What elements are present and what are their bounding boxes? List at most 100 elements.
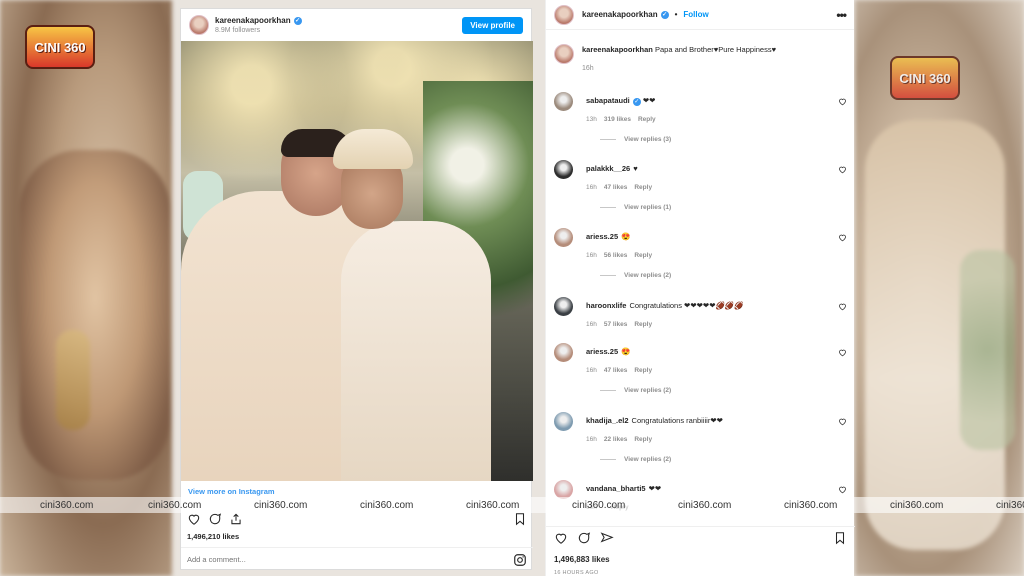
comment-avatar[interactable] xyxy=(554,297,573,316)
post-header: kareenakapoorkhan ✓ 8.9M followers View … xyxy=(181,9,531,41)
comment-likes[interactable]: 47 likes xyxy=(604,184,628,191)
comment-text-line: sabapataudi ✓ ❤❤ xyxy=(586,96,838,106)
watermark-text: cini360.com xyxy=(890,499,944,511)
view-replies-link[interactable]: View replies (2) xyxy=(600,272,838,279)
share-icon[interactable] xyxy=(229,512,243,526)
comment-row: sabapataudi ✓ ❤❤ 13h 319 likes Reply View rep… xyxy=(546,92,855,143)
view-profile-button[interactable]: View profile xyxy=(462,16,523,34)
embedded-post: kareenakapoorkhan ✓ 8.9M followers View … xyxy=(180,8,533,570)
heart-icon[interactable] xyxy=(554,531,568,545)
reply-button[interactable]: Reply xyxy=(634,436,652,443)
comment-username[interactable]: haroonxlife xyxy=(586,301,626,310)
caption-username[interactable]: kareenakapoorkhan xyxy=(582,45,653,54)
comment-username[interactable]: ariess.25 xyxy=(586,232,618,241)
comment-icon[interactable] xyxy=(208,512,222,526)
blurred-earring xyxy=(56,330,90,430)
comment-icon[interactable] xyxy=(577,531,591,545)
reply-button[interactable]: Reply xyxy=(638,116,656,123)
comment-avatar[interactable] xyxy=(554,92,573,111)
view-replies-link[interactable]: View replies (1) xyxy=(600,204,838,211)
comment-body: sabapataudi ✓ ❤❤ 13h 319 likes Reply View rep… xyxy=(586,92,838,143)
comment-meta: 16h 47 likes Reply xyxy=(586,184,838,191)
comment-like-heart-icon[interactable] xyxy=(838,417,847,426)
cini360-logo-faded: CINI 360 xyxy=(890,56,960,100)
view-replies-link[interactable]: View replies (2) xyxy=(600,456,838,463)
comment-likes[interactable]: 319 likes xyxy=(604,116,631,123)
like-count[interactable]: 1,496,210 likes xyxy=(187,532,239,541)
comment-time: 13h xyxy=(586,116,597,123)
comment-avatar[interactable] xyxy=(554,343,573,362)
username[interactable]: kareenakapoorkhan ✓ xyxy=(215,16,462,25)
comment-text-line: ariess.25 😍 xyxy=(586,232,838,242)
post-photo[interactable] xyxy=(181,41,533,481)
logo-text: CINI 360 xyxy=(899,70,951,86)
like-count[interactable]: 1,496,883 likes xyxy=(554,555,610,564)
comment-text-line: khadija_.el2 Congratulations ranbiiiir❤❤ xyxy=(586,416,838,426)
comment-text-line: ariess.25 😍 xyxy=(586,347,838,357)
comment-text: ❤❤ xyxy=(648,484,662,493)
watermark-text: cini360.com xyxy=(572,499,626,511)
username-text[interactable]: kareenakapoorkhan xyxy=(582,10,658,19)
reply-button[interactable]: Reply xyxy=(634,321,652,328)
comment-username[interactable]: sabapataudi xyxy=(586,96,630,105)
comment-text: ♥ xyxy=(633,164,638,173)
reply-button[interactable]: Reply xyxy=(634,367,652,374)
reply-button[interactable]: Reply xyxy=(634,184,652,191)
comment-time: 16h xyxy=(586,252,597,259)
comment-row: ariess.25 😍 16h 47 likes Reply View replies (… xyxy=(546,343,855,394)
comment-like-heart-icon[interactable] xyxy=(838,485,847,494)
comment-username[interactable]: khadija_.el2 xyxy=(586,416,629,425)
comment-username[interactable]: ariess.25 xyxy=(586,347,618,356)
comment-avatar[interactable] xyxy=(554,228,573,247)
comment-like-heart-icon[interactable] xyxy=(838,233,847,242)
comment-time: 16h xyxy=(586,184,597,191)
comment-likes[interactable]: 47 likes xyxy=(604,367,628,374)
watermark-text: cini360.com xyxy=(148,499,202,511)
comment-like-heart-icon[interactable] xyxy=(838,165,847,174)
background-left-blur xyxy=(0,0,172,576)
avatar[interactable] xyxy=(554,4,574,25)
comment-like-heart-icon[interactable] xyxy=(838,348,847,357)
comment-like-heart-icon[interactable] xyxy=(838,97,847,106)
verified-badge-icon: ✓ xyxy=(293,16,302,25)
comment-body: ariess.25 😍 16h 47 likes Reply View replies (… xyxy=(586,343,838,394)
comment-meta: 16h 57 likes Reply xyxy=(586,321,838,328)
comment-likes[interactable]: 56 likes xyxy=(604,252,628,259)
comment-username[interactable]: vandana_bharti5 xyxy=(586,484,646,493)
avatar[interactable] xyxy=(554,44,574,64)
share-icon[interactable] xyxy=(600,531,614,545)
separator-dot: • xyxy=(674,10,678,19)
comment-time: 16h xyxy=(586,436,597,443)
comment-input[interactable] xyxy=(187,555,513,564)
blurred-face xyxy=(20,150,170,480)
caption-text: Papa and Brother♥Pure Happiness♥ xyxy=(654,45,777,54)
heart-icon[interactable] xyxy=(187,512,201,526)
username-text[interactable]: kareenakapoorkhan xyxy=(215,16,291,25)
watermark-strip: cini360.com cini360.com cini360.com cini360… xyxy=(0,497,1024,513)
username[interactable]: kareenakapoorkhan ✓ • Follow xyxy=(582,10,709,19)
instagram-icon[interactable] xyxy=(513,553,527,567)
bookmark-icon[interactable] xyxy=(513,512,527,526)
comment-likes[interactable]: 22 likes xyxy=(604,436,628,443)
view-replies-link[interactable]: View replies (2) xyxy=(600,387,838,394)
comment-avatar[interactable] xyxy=(554,412,573,431)
comment-username[interactable]: palakkk__26 xyxy=(586,164,630,173)
view-replies-link[interactable]: View replies (3) xyxy=(600,136,838,143)
comment-row: ariess.25 😍 16h 56 likes Reply View replies (… xyxy=(546,228,855,279)
comment-list: sabapataudi ✓ ❤❤ 13h 319 likes Reply View rep… xyxy=(546,88,855,518)
comment-meta: 13h 319 likes Reply xyxy=(586,116,838,123)
comment-body: palakkk__26 ♥ 16h 47 likes Reply View replies… xyxy=(586,160,838,211)
more-options-icon[interactable]: ••• xyxy=(836,8,847,22)
follow-button[interactable]: Follow xyxy=(683,10,708,19)
post-caption: kareenakapoorkhan Papa and Brother♥Pure … xyxy=(546,44,855,75)
comment-like-heart-icon[interactable] xyxy=(838,302,847,311)
comment-body: haroonxlife Congratulations ❤❤❤❤❤🏈🏈🏈 16h 57… xyxy=(586,297,838,328)
comment-likes[interactable]: 57 likes xyxy=(604,321,628,328)
reply-button[interactable]: Reply xyxy=(634,252,652,259)
bookmark-icon[interactable] xyxy=(833,531,847,545)
view-more-link[interactable]: View more on Instagram xyxy=(181,487,533,496)
comment-meta: 16h 22 likes Reply xyxy=(586,436,838,443)
post-comments-panel: kareenakapoorkhan ✓ • Follow ••• kareena… xyxy=(545,0,855,576)
comment-avatar[interactable] xyxy=(554,160,573,179)
avatar[interactable] xyxy=(189,15,209,35)
